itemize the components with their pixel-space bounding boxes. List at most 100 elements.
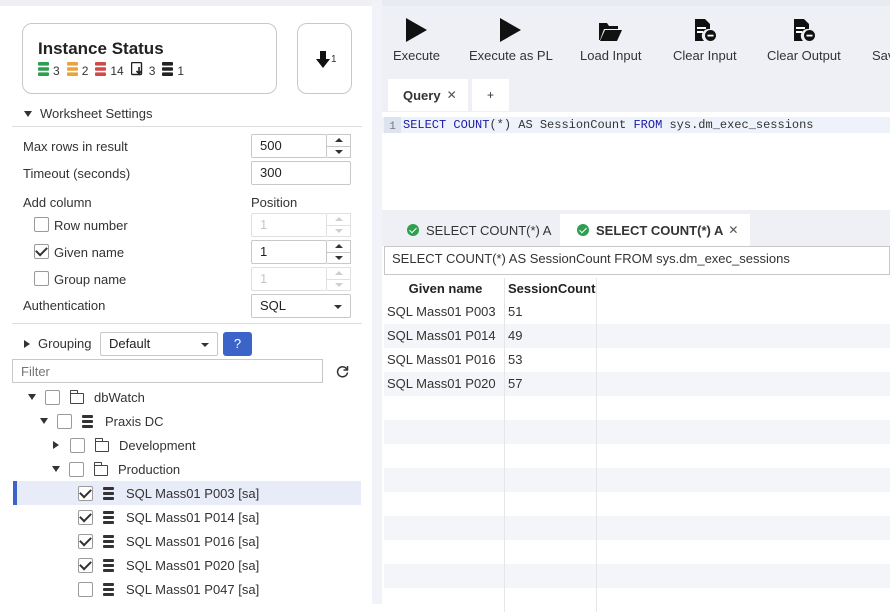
empty-cell (384, 444, 505, 468)
tree-item-p014[interactable]: SQL Mass01 P014 [sa] (12, 505, 361, 529)
execute-button[interactable]: Execute (393, 14, 440, 63)
tab-query[interactable]: Query ✕ (388, 79, 468, 111)
green-database-icon (38, 62, 49, 79)
column-header-given-name[interactable]: Given name (384, 278, 505, 300)
play-icon (500, 18, 522, 42)
empty-cell (505, 444, 597, 468)
given-name-spinner[interactable] (327, 240, 351, 264)
result-tabbar: SELECT COUNT(*) A SELECT COUNT(*) A ✕ (382, 210, 890, 246)
chevron-down-icon[interactable] (28, 394, 36, 400)
instance-status-title: Instance Status (38, 39, 164, 58)
tree-item-p016[interactable]: SQL Mass01 P016 [sa] (12, 529, 361, 553)
column-header-session-count[interactable]: SessionCount (505, 278, 597, 300)
add-tab-button[interactable]: + (472, 79, 509, 111)
folder-icon (93, 462, 108, 476)
empty-row (384, 564, 890, 588)
tree-checkbox[interactable] (69, 461, 84, 477)
tree-item-production[interactable]: Production (12, 457, 361, 481)
group-name-checkbox[interactable] (34, 271, 49, 286)
clear-input-label: Clear Input (673, 48, 737, 63)
authentication-select[interactable]: SQL (251, 294, 351, 318)
clear-output-button[interactable]: Clear Output (767, 14, 841, 63)
caret-down-icon (201, 343, 209, 347)
grouping-label: Grouping (38, 336, 92, 351)
spin-down-icon (335, 229, 343, 233)
tree-checkbox[interactable] (78, 509, 93, 525)
help-button[interactable]: ? (223, 332, 252, 356)
line-number: 1 (389, 121, 396, 133)
export-button[interactable]: 1 (297, 23, 352, 94)
save-button[interactable]: Sav (872, 14, 890, 63)
timeout-input[interactable]: 300 (251, 161, 351, 185)
tree-checkbox[interactable] (78, 557, 93, 573)
tree-item-p003[interactable]: SQL Mass01 P003 [sa] (13, 481, 361, 505)
spin-up-icon (335, 271, 343, 275)
tree-checkbox[interactable] (70, 437, 85, 453)
tree-item-development[interactable]: Development (12, 433, 361, 457)
max-rows-spinner[interactable] (327, 134, 351, 158)
empty-row (384, 468, 890, 492)
left-top-strip (0, 0, 372, 6)
worksheet-settings-title: Worksheet Settings (40, 106, 153, 121)
tree-item-p020[interactable]: SQL Mass01 P020 [sa] (12, 553, 361, 577)
empty-row (384, 516, 890, 540)
worksheet-settings-toggle[interactable]: Worksheet Settings (24, 106, 152, 121)
given-name-position[interactable]: 1 (251, 240, 327, 264)
tree-checkbox[interactable] (78, 485, 93, 501)
instance-status-card[interactable]: Instance Status 3 2 14 3 1 (22, 23, 277, 94)
tree-item-label: Development (119, 437, 196, 453)
tree-item-dbwatch[interactable]: dbWatch (12, 385, 361, 409)
refresh-icon[interactable] (336, 365, 349, 381)
table-row[interactable]: SQL Mass01 P016 53 (384, 348, 890, 372)
folder-icon (69, 390, 84, 404)
chevron-down-icon (24, 110, 32, 117)
result-tab-1[interactable]: SELECT COUNT(*) A (392, 214, 558, 246)
chevron-down-icon[interactable] (40, 418, 48, 424)
timeout-label: Timeout (seconds) (23, 166, 131, 181)
given-name-label: Given name (54, 245, 125, 260)
empty-cell (505, 516, 597, 540)
execute-as-pl-button[interactable]: Execute as PL (469, 14, 553, 63)
chevron-down-icon[interactable] (52, 466, 60, 472)
table-row[interactable]: SQL Mass01 P003 51 (384, 300, 890, 324)
close-icon[interactable]: ✕ (728, 223, 738, 237)
chevron-right-icon[interactable] (53, 441, 59, 449)
tree-checkbox[interactable] (57, 413, 72, 429)
success-icon (407, 224, 419, 236)
database-icon (103, 558, 114, 572)
tree-checkbox[interactable] (45, 389, 60, 405)
tree-checkbox[interactable] (78, 533, 93, 549)
close-icon[interactable]: ✕ (447, 88, 457, 102)
row-number-checkbox[interactable] (34, 217, 49, 232)
query-tabbar: Query ✕ + (382, 68, 890, 112)
code-line: SELECT COUNT(*) AS SessionCount FROM sys… (403, 117, 814, 133)
filter-input[interactable] (12, 359, 323, 383)
divider (12, 323, 362, 324)
row-number-position: 1 (251, 213, 327, 237)
given-name-checkbox[interactable] (34, 244, 49, 259)
query-editor[interactable]: 1 SELECT COUNT(*) AS SessionCount FROM s… (382, 112, 890, 210)
load-input-button[interactable]: Load Input (580, 14, 641, 63)
tree-item-label: SQL Mass01 P016 [sa] (126, 533, 260, 549)
grouping-select[interactable]: Default (100, 332, 218, 356)
table-row[interactable]: SQL Mass01 P020 57 (384, 372, 890, 396)
spin-up-icon (335, 217, 343, 221)
result-tab-2[interactable]: SELECT COUNT(*) A ✕ (560, 214, 750, 246)
grouping-toggle[interactable]: Grouping (24, 336, 91, 351)
table-row[interactable]: SQL Mass01 P014 49 (384, 324, 890, 348)
save-label: Sav (872, 48, 890, 63)
tree-item-p047[interactable]: SQL Mass01 P047 [sa] (12, 577, 361, 601)
tree-item-praxis-dc[interactable]: Praxis DC (12, 409, 361, 433)
panel-splitter[interactable] (372, 0, 382, 604)
spin-down-icon (335, 283, 343, 287)
caret-down-icon (334, 305, 342, 309)
cell-given-name: SQL Mass01 P003 (384, 300, 505, 324)
empty-row (384, 444, 890, 468)
tree-item-label: dbWatch (94, 389, 145, 405)
execute-label: Execute (393, 48, 440, 63)
max-rows-input[interactable]: 500 (251, 134, 327, 158)
load-input-label: Load Input (580, 48, 642, 63)
clear-input-button[interactable]: Clear Input (673, 14, 737, 63)
tree-checkbox[interactable] (78, 581, 93, 597)
database-icon (103, 534, 114, 548)
